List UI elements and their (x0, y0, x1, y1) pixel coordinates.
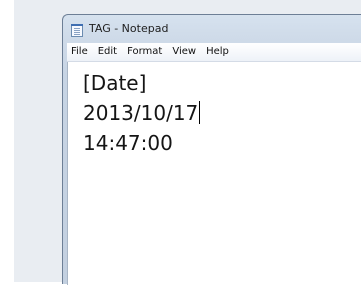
menu-help[interactable]: Help (201, 43, 234, 61)
desktop-left-strip (0, 0, 14, 282)
text-cursor (199, 101, 201, 124)
editor-line-2-text: 2013/10/17 (83, 101, 199, 125)
editor-line-3: 14:47:00 (83, 128, 361, 158)
menu-edit[interactable]: Edit (93, 43, 122, 61)
title-bar[interactable]: TAG - Notepad (63, 15, 361, 43)
menu-view[interactable]: View (167, 43, 201, 61)
editor-line-2: 2013/10/17 (83, 98, 361, 128)
menu-format[interactable]: Format (122, 43, 167, 61)
notepad-icon[interactable] (71, 24, 83, 37)
text-editor-area[interactable]: [Date] 2013/10/17 14:47:00 (67, 62, 361, 285)
menu-bar: File Edit Format View Help (67, 43, 361, 62)
editor-line-1-text: [Date] (83, 71, 147, 95)
editor-line-1: [Date] (83, 68, 361, 98)
editor-line-3-text: 14:47:00 (83, 131, 173, 155)
menu-file[interactable]: File (67, 43, 93, 61)
notepad-window[interactable]: TAG - Notepad File Edit Format View Help… (62, 14, 361, 285)
window-title: TAG - Notepad (89, 22, 169, 35)
